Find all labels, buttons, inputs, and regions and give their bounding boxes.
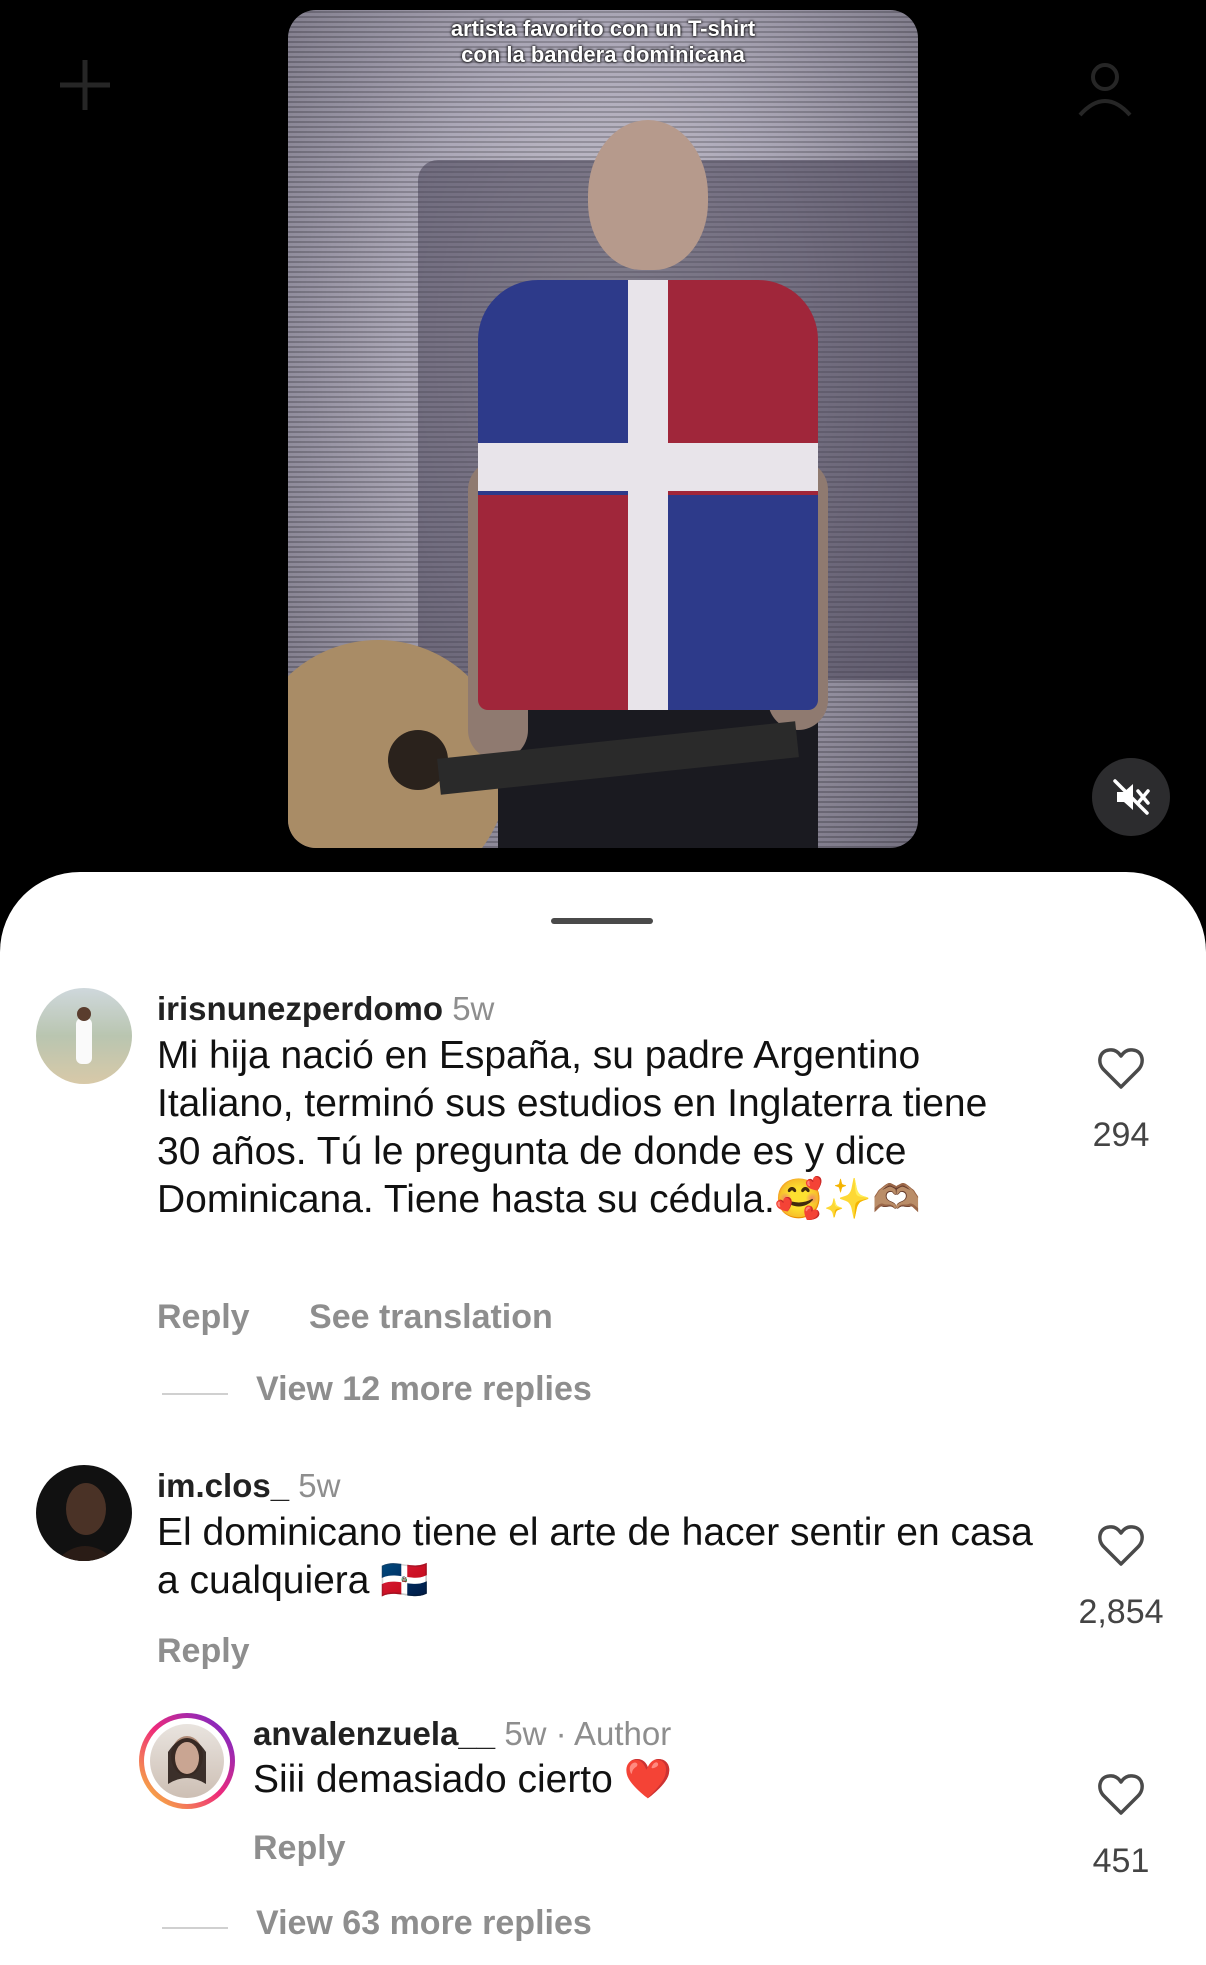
comment-text: Siii demasiado cierto ❤️ xyxy=(253,1758,673,1801)
see-translation-button[interactable]: See translation xyxy=(309,1298,553,1336)
comment-actions: Reply xyxy=(157,1632,250,1671)
comment-username[interactable]: im.clos_ 5w xyxy=(157,1467,340,1505)
comments-sheet: irisnunezperdomo 5w Mi hija nació en Esp… xyxy=(0,872,1206,1965)
avatar xyxy=(150,1724,224,1798)
video-area: artista favorito con un T-shirt con la b… xyxy=(0,0,1206,880)
username-text[interactable]: im.clos_ xyxy=(157,1467,289,1504)
performer-head xyxy=(588,120,708,270)
comment-time: 5w xyxy=(298,1467,341,1504)
author-badge: · Author xyxy=(555,1715,672,1752)
view-replies-line xyxy=(162,1393,228,1395)
comment-username[interactable]: anvalenzuela__ 5w · Author xyxy=(253,1715,671,1753)
like-count: 2,854 xyxy=(1078,1593,1164,1631)
video-caption-line1: artista favorito con un T-shirt xyxy=(450,16,756,41)
comment-text: Mi hija nació en España, su padre Argent… xyxy=(157,1034,988,1221)
video-caption-line2: con la bandera dominicana xyxy=(461,42,745,67)
like-count: 294 xyxy=(1092,1116,1150,1154)
reply-button[interactable]: Reply xyxy=(157,1632,250,1670)
heart-outline-icon[interactable] xyxy=(1095,1768,1147,1820)
avatar[interactable] xyxy=(36,988,132,1084)
reply-button[interactable]: Reply xyxy=(253,1829,346,1867)
avatar[interactable] xyxy=(36,1465,132,1561)
reel-video[interactable]: artista favorito con un T-shirt con la b… xyxy=(288,10,918,848)
like-count: 451 xyxy=(1092,1842,1150,1880)
heart-outline-icon[interactable] xyxy=(1095,1519,1147,1571)
reply-button[interactable]: Reply xyxy=(157,1298,250,1336)
view-replies-line xyxy=(162,1927,228,1929)
heart-outline-icon[interactable] xyxy=(1095,1042,1147,1094)
comment-time: 5w xyxy=(452,990,495,1027)
plus-icon[interactable] xyxy=(55,55,115,115)
view-more-replies-button[interactable]: View 63 more replies xyxy=(256,1904,592,1943)
view-more-replies-button[interactable]: View 12 more replies xyxy=(256,1370,592,1409)
mute-button[interactable] xyxy=(1092,758,1170,836)
username-text[interactable]: irisnunezperdomo xyxy=(157,990,443,1027)
comment-time: 5w xyxy=(504,1715,547,1752)
speaker-muted-icon xyxy=(1113,779,1150,815)
dominican-flag-shirt xyxy=(478,280,818,710)
avatar-story-ring[interactable] xyxy=(139,1713,235,1809)
comment-username[interactable]: irisnunezperdomo 5w xyxy=(157,990,494,1028)
comment-text: El dominicano tiene el arte de hacer sen… xyxy=(157,1511,1033,1602)
video-caption: artista favorito con un T-shirt con la b… xyxy=(288,16,918,68)
username-text[interactable]: anvalenzuela__ xyxy=(253,1715,495,1752)
sheet-drag-handle[interactable] xyxy=(551,918,653,924)
profile-icon[interactable] xyxy=(1070,55,1140,125)
comment-actions: Reply xyxy=(253,1829,346,1868)
comment-actions: Reply See translation xyxy=(157,1298,553,1337)
